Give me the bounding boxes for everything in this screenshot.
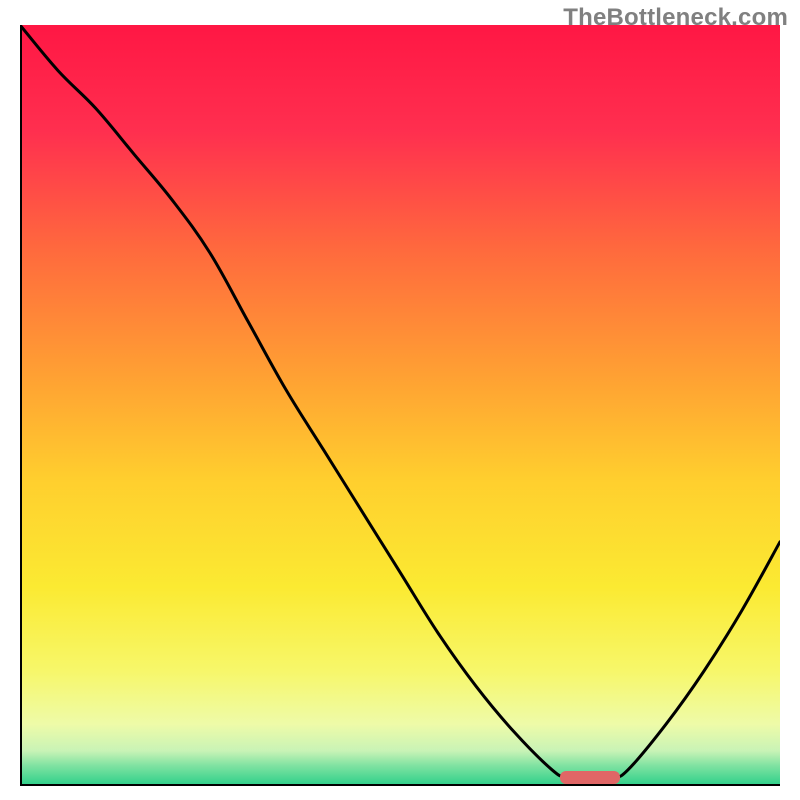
- bottleneck-chart: TheBottleneck.com: [0, 0, 800, 800]
- optimal-range-marker: [560, 771, 621, 784]
- watermark-text: TheBottleneck.com: [563, 4, 788, 32]
- plot-area: [20, 25, 780, 785]
- bottleneck-curve: [20, 25, 780, 785]
